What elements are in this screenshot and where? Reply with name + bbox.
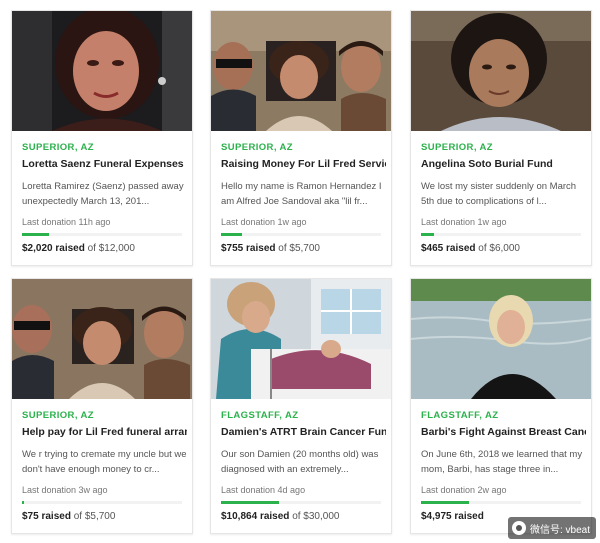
progress-bar — [421, 501, 581, 504]
progress-fill — [221, 501, 279, 504]
campaign-title[interactable]: Raising Money For Lil Fred Services — [221, 158, 386, 173]
campaign-location: SUPERIOR, AZ — [221, 142, 294, 153]
hospital-photo — [211, 279, 391, 399]
progress-bar — [421, 233, 581, 236]
raised-value: $755 — [221, 243, 244, 254]
last-donation: Last donation 1w ago — [421, 217, 507, 227]
campaign-grid: SUPERIOR, AZ Loretta Saenz Funeral Expen… — [0, 0, 600, 543]
campaign-description: We r trying to cremate my uncle but we d… — [22, 449, 187, 475]
goal-amount: of $5,700 — [278, 243, 320, 254]
progress-bar — [221, 233, 381, 236]
last-donation: Last donation 3w ago — [22, 485, 108, 495]
campaign-card[interactable]: FLAGSTAFF, AZ Damien's ATRT Brain Cancer… — [210, 278, 392, 534]
campaign-card[interactable]: FLAGSTAFF, AZ Barbi's Fight Against Brea… — [410, 278, 592, 534]
raised-amount: $465 raised of $6,000 — [421, 243, 586, 256]
progress-fill — [22, 233, 50, 236]
campaign-image[interactable] — [211, 11, 391, 131]
campaign-description: Loretta Ramirez (Saenz) passed away unex… — [22, 181, 184, 207]
campaign-description: On June 6th, 2018 we learned that my mom… — [421, 449, 583, 475]
campaign-location: SUPERIOR, AZ — [22, 410, 95, 421]
campaign-title[interactable]: Barbi's Fight Against Breast Cancer — [421, 426, 586, 441]
progress-fill — [421, 501, 469, 504]
progress-fill — [221, 233, 242, 236]
raised-amount: $755 raised of $5,700 — [221, 243, 386, 256]
campaign-image[interactable] — [411, 279, 591, 399]
progress-fill — [22, 501, 25, 504]
watermark: 微信号: vbeat — [507, 517, 596, 539]
goal-amount: of $5,700 — [73, 511, 116, 522]
campaign-location: FLAGSTAFF, AZ — [221, 410, 299, 421]
campaign-title[interactable]: Damien's ATRT Brain Cancer Fund — [221, 426, 386, 441]
campaign-image[interactable] — [12, 11, 192, 131]
raised-amount: $75 raised of $5,700 — [22, 511, 187, 524]
raised-label: raised — [259, 511, 290, 522]
watermark-text: 微信号: vbeat — [529, 524, 590, 536]
progress-bar — [22, 501, 182, 504]
campaign-description: Our son Damien (20 months old) was diagn… — [221, 449, 379, 475]
raised-label: raised — [55, 243, 85, 254]
raised-value: $465 — [421, 243, 444, 254]
wechat-logo-icon — [511, 521, 526, 535]
campaign-location: FLAGSTAFF, AZ — [421, 410, 499, 421]
raised-label: raised — [41, 511, 71, 522]
raised-value: $2,020 — [22, 243, 53, 254]
raised-amount: $2,020 raised of $12,000 — [22, 243, 187, 256]
campaign-card[interactable]: SUPERIOR, AZ Loretta Saenz Funeral Expen… — [11, 10, 193, 266]
raised-label: raised — [446, 243, 476, 254]
raised-label: raised — [454, 511, 484, 522]
raised-amount: $10,864 raised of $30,000 — [221, 511, 386, 524]
woman-portrait-photo — [411, 11, 591, 131]
campaign-location: SUPERIOR, AZ — [22, 142, 95, 153]
group-photo — [211, 11, 391, 131]
raised-label: raised — [246, 243, 276, 254]
campaign-description: We lost my sister suddenly on March 5th … — [421, 181, 577, 207]
campaign-card[interactable]: SUPERIOR, AZ Raising Money For Lil Fred … — [210, 10, 392, 266]
campaign-image[interactable] — [211, 279, 391, 399]
group-photo — [12, 279, 192, 399]
raised-value: $75 — [22, 511, 39, 522]
raised-value: $10,864 — [221, 511, 258, 522]
campaign-image[interactable] — [411, 11, 591, 131]
last-donation: Last donation 1w ago — [221, 217, 307, 227]
progress-bar — [22, 233, 182, 236]
woman-lake-photo — [411, 279, 591, 399]
campaign-card[interactable]: SUPERIOR, AZ Angelina Soto Burial Fund W… — [410, 10, 592, 266]
goal-amount: of $6,000 — [478, 243, 520, 254]
campaign-image[interactable] — [12, 279, 192, 399]
goal-amount: of $12,000 — [87, 243, 135, 254]
last-donation: Last donation 2w ago — [421, 485, 507, 495]
campaign-title[interactable]: Loretta Saenz Funeral Expenses — [22, 158, 187, 173]
campaign-card[interactable]: SUPERIOR, AZ Help pay for Lil Fred funer… — [11, 278, 193, 534]
campaign-title[interactable]: Angelina Soto Burial Fund — [421, 158, 586, 173]
last-donation: Last donation 4d ago — [221, 485, 306, 495]
progress-fill — [421, 233, 434, 236]
raised-value: $4,975 — [421, 511, 452, 522]
last-donation: Last donation 11h ago — [22, 217, 111, 227]
progress-bar — [221, 501, 381, 504]
campaign-title[interactable]: Help pay for Lil Fred funeral arran... — [22, 426, 187, 441]
goal-amount: of $30,000 — [292, 511, 340, 522]
campaign-description: Hello my name is Ramon Hernandez I am Al… — [221, 181, 382, 207]
campaign-location: SUPERIOR, AZ — [421, 142, 494, 153]
woman-portrait-photo — [12, 11, 192, 131]
